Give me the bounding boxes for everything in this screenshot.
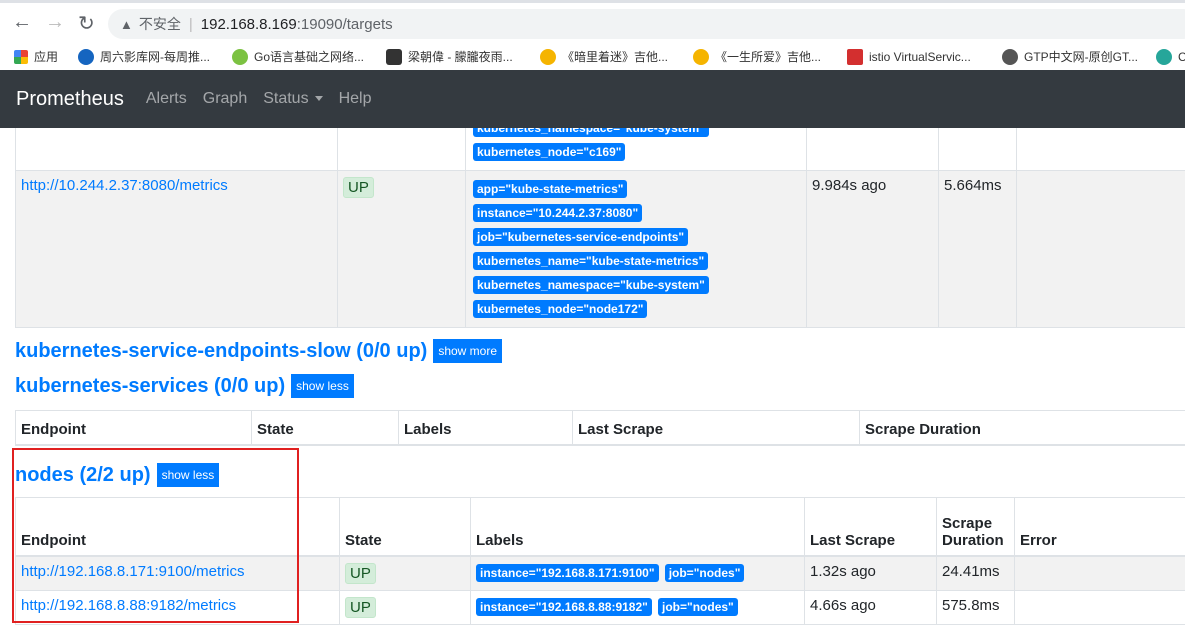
caret-down-icon: [314, 96, 323, 102]
bookmark-item[interactable]: 周六影库网-每周推...: [78, 43, 210, 71]
51-icon: [847, 49, 863, 65]
warning-icon: ▲: [120, 17, 133, 32]
group-heading: kubernetes-service-endpoints-slow (0/0 u…: [15, 339, 503, 363]
insecure-label: 不安全: [138, 16, 181, 32]
nav-graph[interactable]: Graph: [203, 90, 247, 108]
url-path: :19090/targets: [296, 16, 393, 33]
bookmark-item[interactable]: Go语言基础之网络...: [232, 43, 364, 71]
label-badge: kubernetes_namespace="kube-system": [473, 128, 709, 137]
col-header: Labels: [470, 497, 805, 557]
col-header: Last Scrape: [572, 410, 860, 446]
col-header: State: [251, 410, 399, 446]
last-scrape: 4.66s ago: [804, 589, 937, 625]
label-badge: job="nodes": [664, 563, 745, 582]
bookmark-item[interactable]: istio VirtualServic...: [847, 43, 971, 71]
label-badge: kubernetes_namespace="kube-system": [473, 276, 709, 294]
nav-status[interactable]: Status: [263, 90, 323, 108]
globe-icon: [1002, 49, 1018, 65]
scrape-duration: 24.41ms: [936, 555, 1015, 591]
col-header: Scrape Duration: [936, 497, 1015, 557]
scrape-duration: 575.8ms: [936, 589, 1015, 625]
url-host: 192.168.8.169: [200, 16, 297, 33]
targets-table: kubernetes_namespace="kube-system"kubern…: [15, 128, 1185, 328]
group-link[interactable]: kubernetes-service-endpoints-slow (0/0 u…: [15, 340, 427, 363]
label-badge: kubernetes_name="kube-state-metrics": [473, 252, 709, 270]
services-table: Endpoint State Labels Last Scrape Scrape Dur…: [15, 410, 1185, 446]
site-icon: [78, 49, 94, 65]
nav-help[interactable]: Help: [339, 90, 372, 108]
label-badge: instance="192.168.8.88:9182": [476, 597, 652, 616]
show-less-button[interactable]: show less: [291, 374, 354, 398]
shield-icon: [386, 49, 402, 65]
forward-icon[interactable]: →: [45, 11, 65, 34]
state-badge: UP: [343, 177, 374, 198]
apps-icon: [14, 50, 28, 64]
endpoint-link[interactable]: http://10.244.2.37:8080/metrics: [21, 177, 228, 194]
site-icon: [232, 49, 248, 65]
label-badge: job="nodes": [658, 597, 738, 616]
col-header: Endpoint: [15, 410, 252, 446]
bookmarks-bar: 应用 周六影库网-每周推... Go语言基础之网络... 梁朝偉 - 朦朧夜雨.…: [0, 43, 1185, 71]
site-icon: [1156, 49, 1172, 65]
nav-alerts[interactable]: Alerts: [146, 90, 187, 108]
address-bar[interactable]: ▲ 不安全 | 192.168.8.169:19090/targets: [108, 9, 1185, 39]
labels-cell: app="kube-state-metrics" instance="10.244…: [465, 170, 807, 328]
bookmark-item[interactable]: 梁朝偉 - 朦朧夜雨...: [386, 43, 513, 71]
brand-link[interactable]: Prometheus: [16, 88, 124, 111]
label-badge: app="kube-state-metrics": [473, 180, 628, 198]
bookmark-apps[interactable]: 应用: [14, 43, 58, 71]
reload-icon[interactable]: ↻: [78, 11, 95, 36]
scrape-duration: 5.664ms: [938, 170, 1017, 328]
col-header: Scrape Duration: [859, 410, 1185, 446]
group-heading: kubernetes-services (0/0 up) show less: [15, 374, 354, 398]
browser-chrome: ← → ↻ ▲ 不安全 | 192.168.8.169:19090/targets 应…: [0, 0, 1185, 70]
bookmark-item[interactable]: 《一生所爱》吉他...: [693, 43, 821, 71]
label-badge: kubernetes_node="node172": [473, 300, 648, 318]
label-badge: instance="10.244.2.37:8080": [473, 204, 643, 222]
navbar: Prometheus Alerts Graph Status Help: [0, 70, 1185, 128]
bookmark-item[interactable]: C: [1156, 43, 1185, 71]
col-header: State: [339, 497, 471, 557]
last-scrape: 9.984s ago: [806, 170, 939, 328]
guitar-icon: [540, 49, 556, 65]
label-badge: kubernetes_node="c169": [473, 143, 626, 161]
col-header: Error: [1014, 497, 1185, 557]
last-scrape: 1.32s ago: [804, 555, 937, 591]
show-more-button[interactable]: show more: [433, 339, 503, 363]
table-row: http://10.244.2.37:8080/metrics UP app="…: [15, 170, 1185, 328]
col-header: Last Scrape: [804, 497, 937, 557]
label-badge: job="kubernetes-service-endpoints": [473, 228, 689, 246]
bookmark-item[interactable]: 《暗里着迷》吉他...: [540, 43, 668, 71]
label-badge: instance="192.168.8.171:9100": [476, 563, 659, 582]
guitar-icon: [693, 49, 709, 65]
state-badge: UP: [345, 596, 376, 618]
main-content: kubernetes_namespace="kube-system"kubern…: [0, 128, 1185, 638]
state-badge: UP: [345, 562, 376, 584]
col-header: Labels: [398, 410, 573, 446]
highlight-box: [12, 448, 299, 623]
group-link[interactable]: kubernetes-services (0/0 up): [15, 375, 285, 398]
bookmark-item[interactable]: GTP中文网-原创GT...: [1002, 43, 1138, 71]
back-icon[interactable]: ←: [12, 11, 32, 34]
table-row: kubernetes_namespace="kube-system"kubern…: [15, 128, 1185, 171]
